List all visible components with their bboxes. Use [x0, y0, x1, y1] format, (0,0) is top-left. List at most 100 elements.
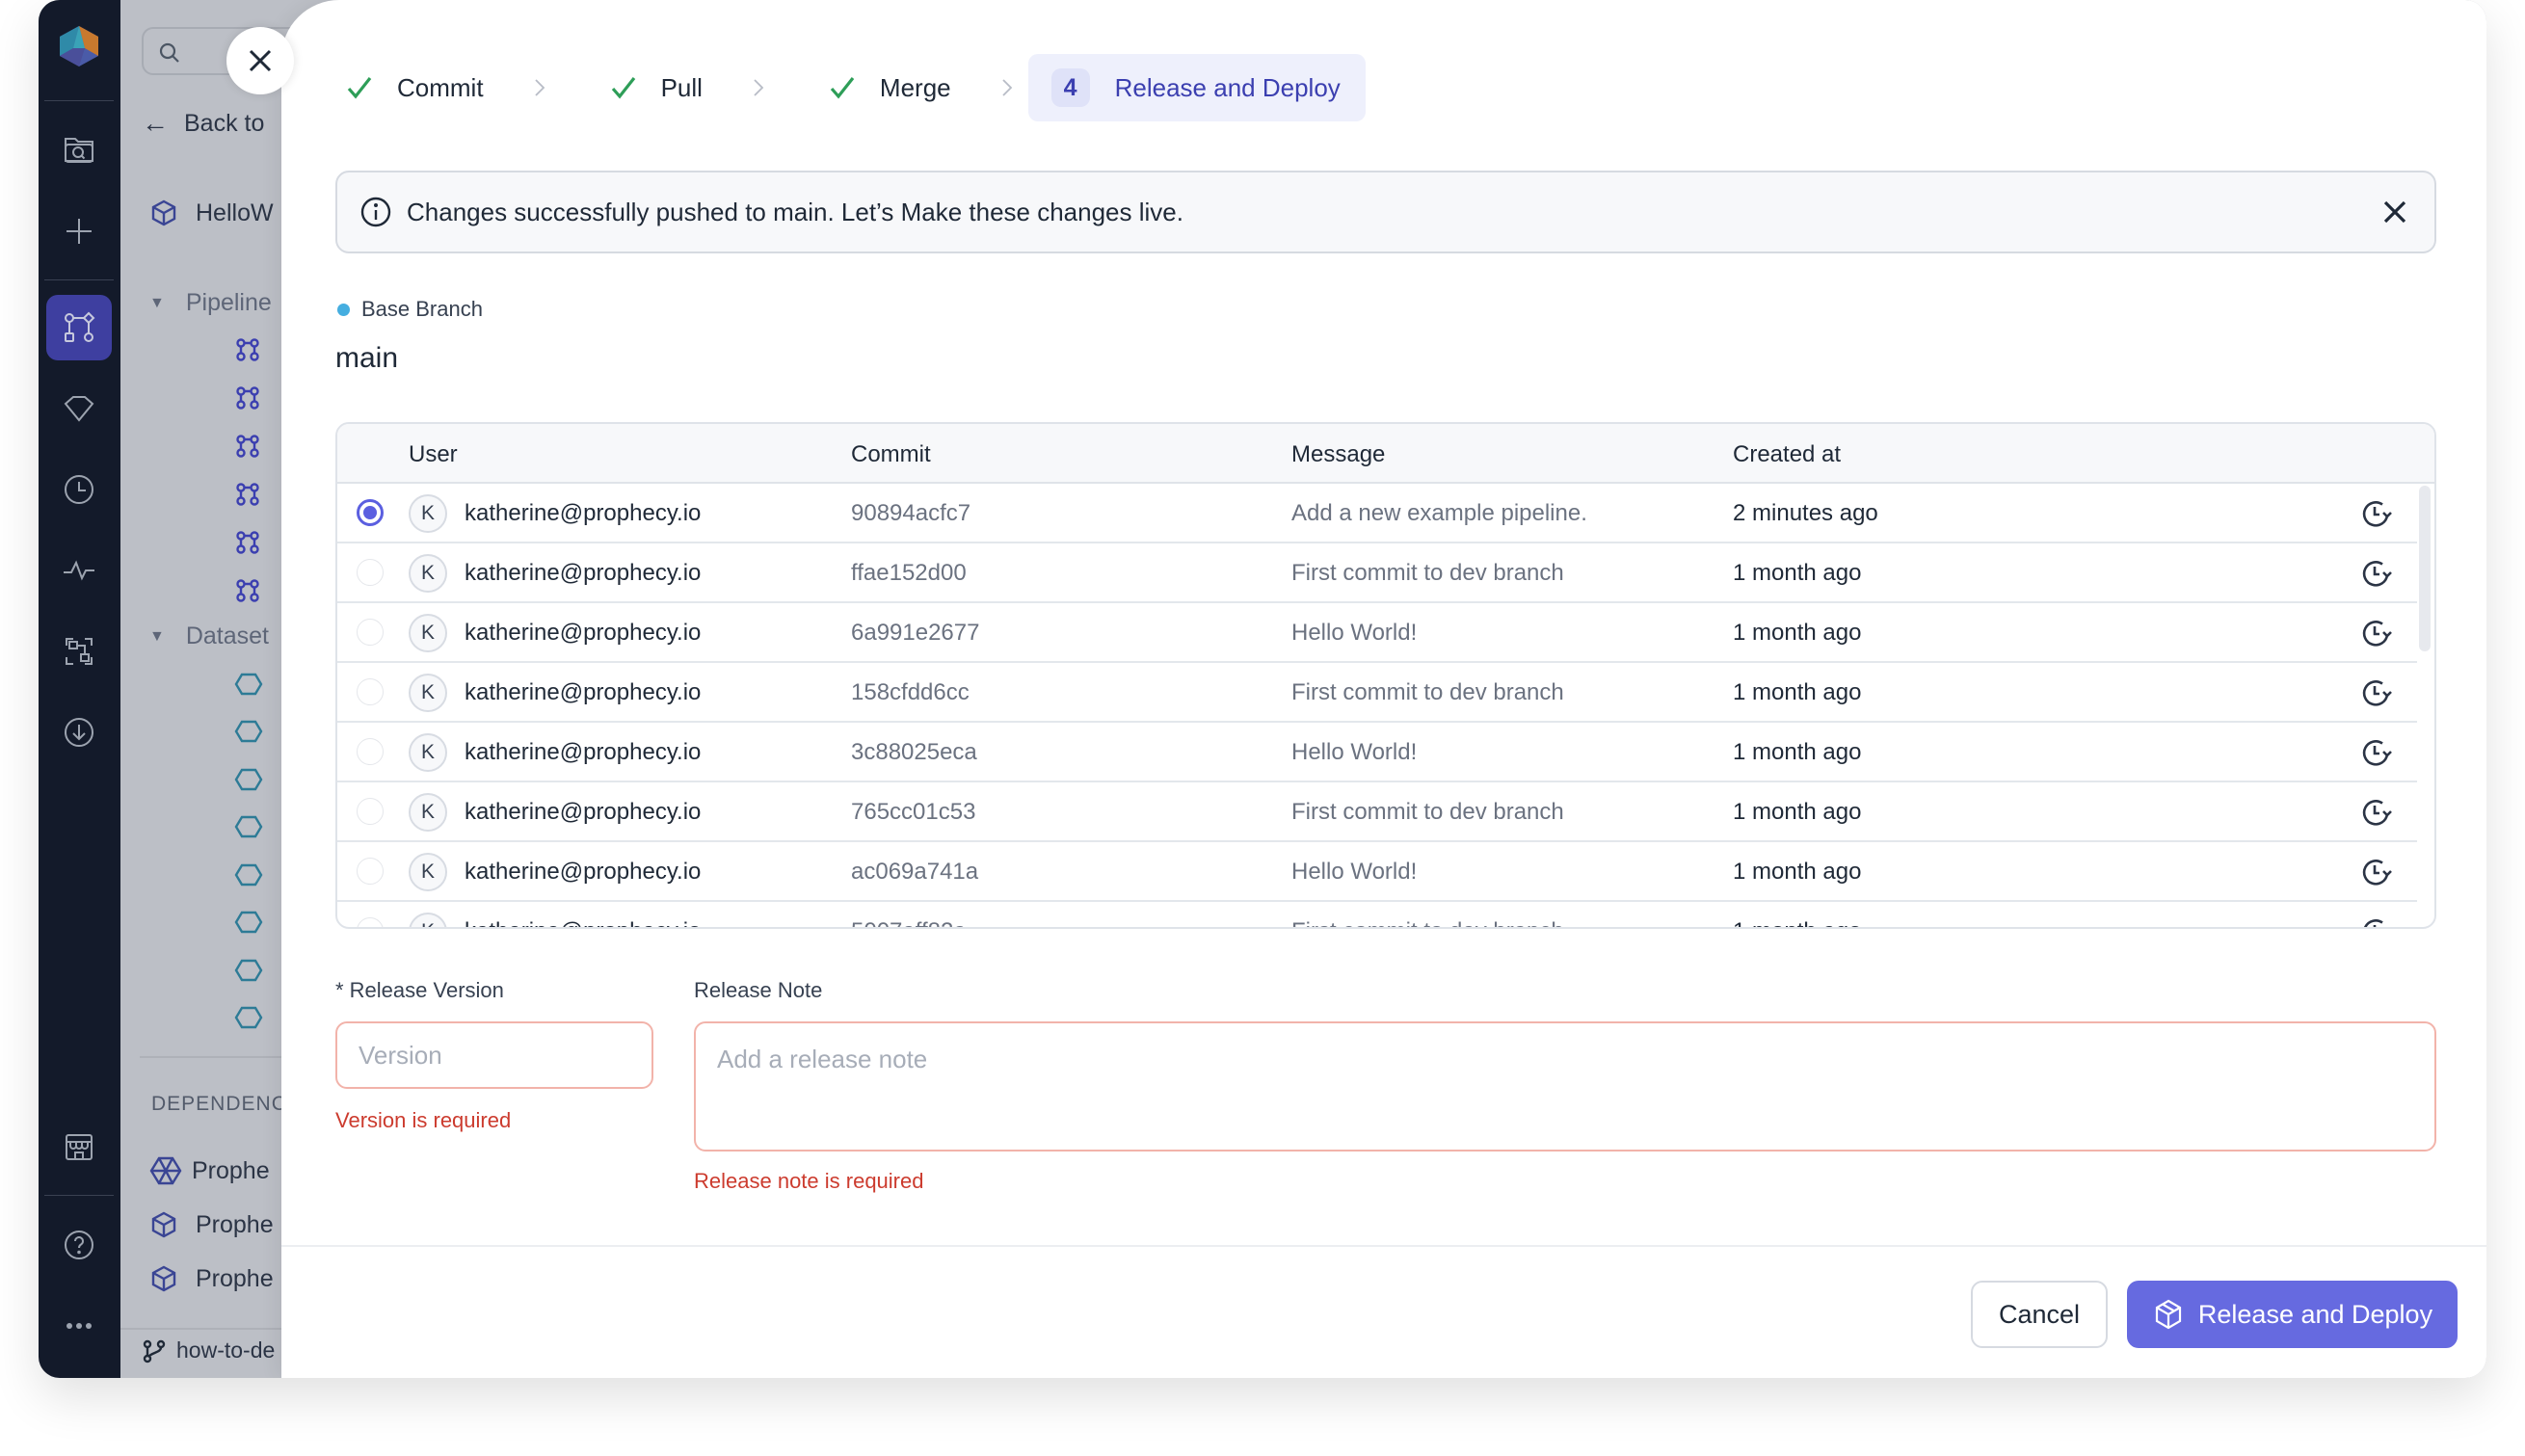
row-select-radio[interactable]: [357, 858, 384, 885]
cell-created-at: 1 month ago: [1733, 859, 1862, 885]
rail-item-browse[interactable]: [46, 118, 112, 183]
restore-history-icon[interactable]: [2359, 617, 2392, 649]
rail-item-jobs[interactable]: [46, 457, 112, 522]
step-merge[interactable]: Merge: [818, 54, 951, 121]
rail-item-lineage[interactable]: [46, 619, 112, 684]
project-item[interactable]: HelloW: [149, 199, 274, 227]
sidebar-dependency-item[interactable]: Prophe: [149, 1156, 270, 1185]
row-select-radio[interactable]: [357, 619, 384, 646]
rail-item-observability[interactable]: [46, 538, 112, 603]
restore-history-icon[interactable]: [2359, 796, 2392, 829]
rail-item-deploy[interactable]: [46, 700, 112, 765]
column-header-created-at[interactable]: Created at: [1733, 441, 1841, 468]
table-header: User Commit Message Created at: [337, 424, 2434, 484]
close-banner-icon[interactable]: [2380, 198, 2409, 226]
prophecy-logo-icon[interactable]: [56, 25, 102, 67]
release-deploy-button[interactable]: Release and Deploy: [2127, 1281, 2458, 1348]
branch-dot-icon: [337, 303, 350, 316]
cell-commit: 3c88025eca: [851, 739, 977, 765]
column-header-user[interactable]: User: [409, 441, 458, 468]
restore-history-icon[interactable]: [2359, 676, 2392, 709]
table-row[interactable]: Kkatherine@prophecy.io 158cfdd6cc First co…: [337, 663, 2417, 723]
avatar: K: [409, 733, 447, 772]
cell-user: katherine@prophecy.io: [465, 679, 702, 705]
release-deploy-modal: Commit Pull Merge 4 Release and Deploy C…: [281, 0, 2486, 1378]
info-icon: [360, 197, 391, 227]
base-branch-label: Base Branch: [337, 297, 483, 322]
column-header-commit[interactable]: Commit: [851, 441, 931, 468]
table-row[interactable]: Kkatherine@prophecy.io 6a991e2677 Hello Wo…: [337, 603, 2417, 663]
datasets-section-toggle[interactable]: ▼ Dataset: [149, 622, 269, 650]
table-row[interactable]: Kkatherine@prophecy.io 3c88025eca Hello Wo…: [337, 723, 2417, 782]
release-version-input[interactable]: [335, 1021, 653, 1089]
restore-history-icon[interactable]: [2359, 736, 2392, 769]
table-row[interactable]: Kkatherine@prophecy.io 765cc01c53 First co…: [337, 782, 2417, 842]
cell-commit: ffae152d00: [851, 560, 967, 586]
clock-icon: [65, 475, 93, 504]
table-row[interactable]: Kkatherine@prophecy.io 5007aff82a First co…: [337, 902, 2417, 929]
pipeline-icon: [236, 385, 259, 410]
cell-user: katherine@prophecy.io: [465, 560, 702, 586]
download-icon: [65, 718, 93, 747]
restore-history-icon[interactable]: [2359, 915, 2392, 929]
avatar: K: [409, 853, 447, 891]
dataset-icon: [234, 911, 263, 934]
release-note-label: Release Note: [694, 978, 823, 1002]
restore-history-icon[interactable]: [2359, 497, 2392, 530]
cell-commit: 90894acfc7: [851, 500, 971, 526]
cell-message: Hello World!: [1291, 620, 1418, 646]
row-select-radio[interactable]: [357, 917, 384, 927]
back-link[interactable]: ← Back to: [142, 108, 264, 139]
rail-item-store[interactable]: [46, 1114, 112, 1179]
table-row[interactable]: Kkatherine@prophecy.io 90894acfc7 Add a ne…: [337, 484, 2417, 543]
rail-item-create[interactable]: [46, 199, 112, 264]
cell-user: katherine@prophecy.io: [465, 799, 702, 825]
avatar: K: [409, 554, 447, 593]
cell-user: katherine@prophecy.io: [465, 739, 702, 765]
dataset-icon: [234, 815, 263, 838]
row-select-radio[interactable]: [357, 738, 384, 765]
avatar: K: [409, 494, 447, 533]
commits-table: User Commit Message Created at Kkatherin…: [335, 422, 2436, 929]
store-icon: [66, 1134, 93, 1160]
branch-indicator[interactable]: how-to-de: [142, 1337, 275, 1363]
pipelines-section-toggle[interactable]: ▼ Pipeline: [149, 289, 272, 317]
step-pull[interactable]: Pull: [599, 54, 703, 121]
column-header-message[interactable]: Message: [1291, 441, 1385, 468]
cell-message: First commit to dev branch: [1291, 560, 1564, 586]
cell-created-at: 1 month ago: [1733, 679, 1862, 705]
restore-history-icon[interactable]: [2359, 557, 2392, 590]
sidebar-dependency-item[interactable]: Prophe: [149, 1264, 274, 1293]
git-branch-icon: [143, 1339, 166, 1363]
table-row[interactable]: Kkatherine@prophecy.io ffae152d00 First co…: [337, 543, 2417, 603]
cell-user: katherine@prophecy.io: [465, 620, 702, 646]
caret-down-icon: ▼: [149, 294, 165, 311]
check-icon: [830, 77, 855, 99]
row-select-radio[interactable]: [357, 678, 384, 705]
step-release-deploy[interactable]: 4 Release and Deploy: [1027, 54, 1366, 121]
sidebar-dependency-item[interactable]: Prophe: [149, 1210, 274, 1239]
release-version-label: * Release Version: [335, 978, 504, 1002]
rail-divider: [44, 279, 114, 280]
rail-item-gems[interactable]: [46, 376, 112, 441]
cell-user: katherine@prophecy.io: [465, 500, 702, 526]
row-select-radio[interactable]: [357, 499, 384, 526]
cell-created-at: 1 month ago: [1733, 918, 1861, 927]
rail-item-more[interactable]: [46, 1293, 112, 1359]
restore-history-icon[interactable]: [2359, 856, 2392, 888]
cell-created-at: 1 month ago: [1733, 560, 1862, 586]
table-scrollbar[interactable]: [2419, 486, 2431, 651]
pipeline-icon: [236, 482, 259, 506]
pipeline-icon: [236, 530, 259, 554]
row-select-radio[interactable]: [357, 559, 384, 586]
rail-item-help[interactable]: [46, 1212, 112, 1278]
step-commit[interactable]: Commit: [335, 54, 484, 121]
row-select-radio[interactable]: [357, 798, 384, 825]
table-row[interactable]: Kkatherine@prophecy.io ac069a741a Hello Wo…: [337, 842, 2417, 902]
close-modal-button[interactable]: [226, 27, 294, 94]
rail-item-pipelines[interactable]: [46, 295, 112, 360]
cancel-button[interactable]: Cancel: [1971, 1281, 2108, 1348]
check-icon: [347, 77, 372, 99]
cell-user: katherine@prophecy.io: [465, 859, 702, 885]
release-note-textarea[interactable]: [694, 1021, 2436, 1152]
